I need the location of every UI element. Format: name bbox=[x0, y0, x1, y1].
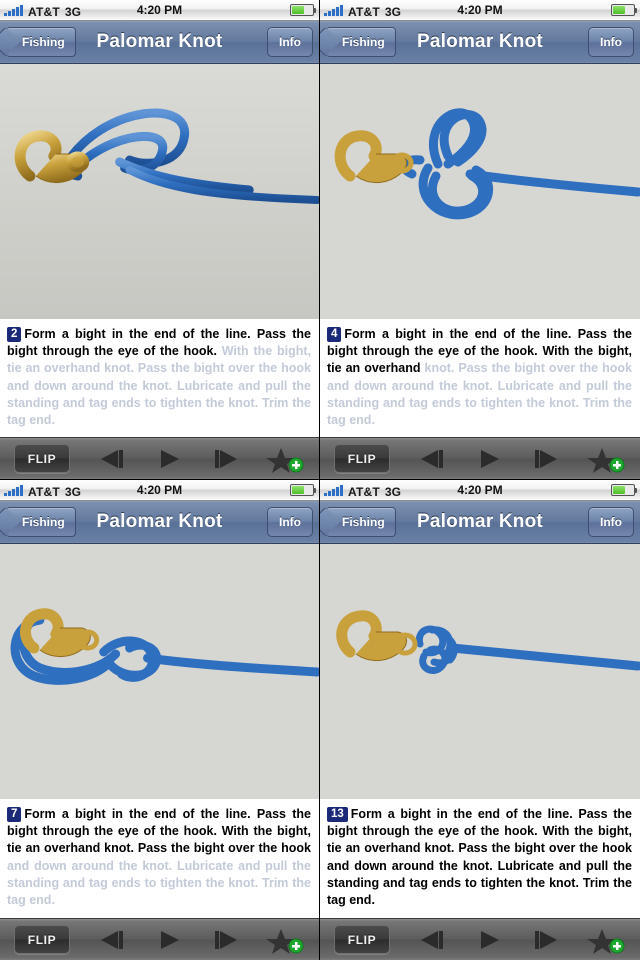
info-button[interactable]: Info bbox=[588, 27, 634, 57]
play-icon[interactable] bbox=[472, 927, 506, 953]
battery-icon bbox=[611, 484, 637, 496]
step-backward-icon[interactable] bbox=[96, 446, 130, 472]
bottom-toolbar: FLIP bbox=[0, 918, 319, 960]
step-number-badge: 13 bbox=[327, 807, 348, 822]
knot-photo-2[interactable] bbox=[320, 64, 640, 319]
back-button-label: Fishing bbox=[22, 515, 65, 529]
bottom-toolbar: FLIP bbox=[0, 437, 319, 479]
battery-icon bbox=[611, 4, 637, 16]
info-button-label: Info bbox=[279, 515, 301, 529]
star-add-icon[interactable] bbox=[263, 444, 307, 474]
flip-button[interactable]: FLIP bbox=[14, 444, 70, 473]
flip-button[interactable]: FLIP bbox=[14, 925, 70, 954]
clock-label: 4:20 PM bbox=[457, 483, 503, 497]
back-button-label: Fishing bbox=[22, 35, 65, 49]
bottom-toolbar: FLIP bbox=[320, 437, 640, 479]
star-add-icon[interactable] bbox=[584, 925, 628, 955]
step-forward-icon[interactable] bbox=[528, 446, 562, 472]
info-button[interactable]: Info bbox=[588, 507, 634, 537]
phone-screen-4: AT&T 3G 4:20 PM Fishing Palomar Knot Inf… bbox=[320, 480, 640, 960]
flip-button-label: FLIP bbox=[347, 932, 377, 947]
step-number-badge: 2 bbox=[7, 327, 22, 342]
knot-photo-1[interactable] bbox=[0, 64, 319, 319]
back-button-label: Fishing bbox=[342, 515, 385, 529]
status-bar: AT&T 3G 4:20 PM bbox=[0, 480, 319, 501]
info-button-label: Info bbox=[600, 35, 622, 49]
flip-button-label: FLIP bbox=[347, 451, 377, 466]
playback-controls bbox=[416, 446, 562, 472]
info-button[interactable]: Info bbox=[267, 27, 313, 57]
clock-label: 4:20 PM bbox=[136, 483, 183, 497]
navigation-bar: Fishing Palomar Knot Info bbox=[320, 21, 640, 64]
step-forward-icon[interactable] bbox=[208, 927, 242, 953]
back-button-label: Fishing bbox=[342, 35, 385, 49]
instruction-text: 2 Form a bight in the end of the line. Pa… bbox=[7, 326, 311, 429]
instruction-text: 7 Form a bight in the end of the line. Pa… bbox=[7, 806, 311, 909]
status-bar: AT&T 3G 4:20 PM bbox=[320, 480, 640, 501]
knot-photo-3[interactable] bbox=[0, 544, 319, 799]
flip-button-label: FLIP bbox=[27, 451, 57, 466]
flip-button[interactable]: FLIP bbox=[334, 444, 390, 473]
phone-screen-1: AT&T 3G 4:20 PM Fishing Palomar Knot Inf… bbox=[0, 0, 320, 480]
step-backward-icon[interactable] bbox=[416, 446, 450, 472]
step-number-badge: 7 bbox=[7, 807, 22, 822]
navigation-bar: Fishing Palomar Knot Info bbox=[0, 501, 319, 544]
instruction-active-text: Form a bight in the end of the line. Pas… bbox=[327, 807, 632, 908]
knot-illustration-step-7 bbox=[0, 544, 319, 799]
star-add-icon[interactable] bbox=[263, 925, 307, 955]
status-bar: AT&T 3G 4:20 PM bbox=[0, 0, 319, 21]
instruction-active-text: Form a bight in the end of the line. Pas… bbox=[7, 807, 311, 856]
play-icon[interactable] bbox=[152, 927, 186, 953]
clock-label: 4:20 PM bbox=[136, 3, 183, 17]
step-forward-icon[interactable] bbox=[208, 446, 242, 472]
panel-grid: AT&T 3G 4:20 PM Fishing Palomar Knot Inf… bbox=[0, 0, 640, 960]
battery-icon bbox=[290, 4, 316, 16]
bottom-toolbar: FLIP bbox=[320, 918, 640, 960]
phone-screen-2: AT&T 3G 4:20 PM Fishing Palomar Knot Inf… bbox=[320, 0, 640, 480]
battery-icon bbox=[290, 484, 316, 496]
navigation-bar: Fishing Palomar Knot Info bbox=[320, 501, 640, 544]
status-bar: AT&T 3G 4:20 PM bbox=[320, 0, 640, 21]
instruction-text: 4 Form a bight in the end of the line. Pa… bbox=[327, 326, 632, 429]
star-add-icon[interactable] bbox=[584, 444, 628, 474]
play-icon[interactable] bbox=[472, 446, 506, 472]
flip-button[interactable]: FLIP bbox=[334, 925, 390, 954]
play-icon[interactable] bbox=[152, 446, 186, 472]
playback-controls bbox=[96, 927, 242, 953]
playback-controls bbox=[416, 927, 562, 953]
flip-button-label: FLIP bbox=[27, 932, 57, 947]
knot-photo-4[interactable] bbox=[320, 544, 640, 799]
knot-illustration-step-4 bbox=[320, 64, 640, 319]
playback-controls bbox=[96, 446, 242, 472]
clock-label: 4:20 PM bbox=[457, 3, 503, 17]
knot-illustration-step-13 bbox=[320, 544, 640, 799]
step-forward-icon[interactable] bbox=[528, 927, 562, 953]
phone-screen-3: AT&T 3G 4:20 PM Fishing Palomar Knot Inf… bbox=[0, 480, 320, 960]
info-button-label: Info bbox=[600, 515, 622, 529]
instruction-text: 13 Form a bight in the end of the line. P… bbox=[327, 806, 632, 909]
instruction-dim-text: and down around the knot. Lubricate and … bbox=[7, 858, 311, 908]
navigation-bar: Fishing Palomar Knot Info bbox=[0, 21, 319, 64]
step-backward-icon[interactable] bbox=[416, 927, 450, 953]
step-backward-icon[interactable] bbox=[96, 927, 130, 953]
info-button-label: Info bbox=[279, 35, 301, 49]
info-button[interactable]: Info bbox=[267, 507, 313, 537]
step-number-badge: 4 bbox=[327, 327, 342, 342]
knot-illustration-step-2 bbox=[0, 64, 319, 319]
